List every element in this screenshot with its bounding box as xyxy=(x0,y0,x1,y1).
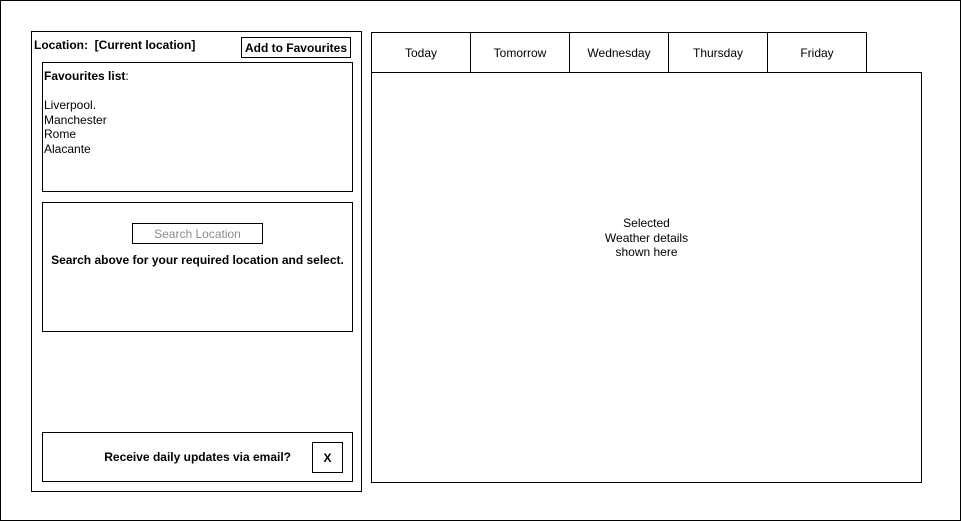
weather-details-placeholder: Selected Weather details shown here xyxy=(372,216,921,260)
details-line: Selected xyxy=(623,216,670,230)
left-panel: Location: [Current location] Add to Favo… xyxy=(31,31,362,492)
email-updates-checkbox[interactable]: X xyxy=(312,442,343,473)
tab-friday[interactable]: Friday xyxy=(767,32,867,73)
search-hint: Search above for your required location … xyxy=(51,253,344,267)
favourite-item-rome[interactable]: Rome xyxy=(44,127,107,142)
favourite-item-liverpool[interactable]: Liverpool. xyxy=(44,98,107,113)
details-line: shown here xyxy=(615,245,678,259)
tab-tomorrow[interactable]: Tomorrow xyxy=(470,32,570,73)
current-location-label: Location: [Current location] xyxy=(34,38,196,52)
tab-today[interactable]: Today xyxy=(371,32,471,73)
app-frame: Location: [Current location] Add to Favo… xyxy=(0,0,961,521)
favourites-title-colon: : xyxy=(125,69,129,83)
day-tabs: Today Tomorrow Wednesday Thursday Friday xyxy=(371,32,867,73)
favourite-item-alacante[interactable]: Alacante xyxy=(44,142,107,157)
details-line: Weather details xyxy=(604,230,689,245)
tab-thursday[interactable]: Thursday xyxy=(668,32,768,73)
add-to-favourites-button[interactable]: Add to Favourites xyxy=(241,37,351,58)
favourite-item-manchester[interactable]: Manchester xyxy=(44,113,107,128)
tab-wednesday[interactable]: Wednesday xyxy=(569,32,669,73)
search-panel: Search above for your required location … xyxy=(42,202,353,332)
favourites-title: Favourites list: xyxy=(44,69,129,83)
weather-details-panel: Selected Weather details shown here xyxy=(371,72,922,483)
email-updates-label: Receive daily updates via email? xyxy=(104,450,291,464)
email-updates-panel: Receive daily updates via email? X xyxy=(42,432,353,482)
favourites-list: Liverpool. Manchester Rome Alacante xyxy=(44,98,107,156)
search-location-input[interactable] xyxy=(132,223,263,244)
favourites-title-text: Favourites list xyxy=(44,69,126,83)
favourites-panel: Favourites list: Liverpool. Manchester R… xyxy=(42,62,353,192)
